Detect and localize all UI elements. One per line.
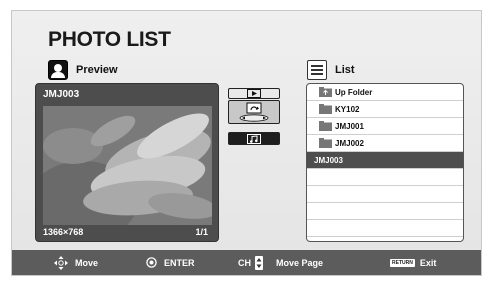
preview-photo [43,106,212,225]
list-item-empty [307,169,463,186]
footer-move: Move [54,250,98,275]
rotate-button[interactable] [228,100,280,124]
return-key-icon: RETURN [390,258,415,267]
list-item-folder[interactable]: KY102 [307,101,463,118]
preview-icon [48,60,68,80]
list-item-empty [307,203,463,220]
footer-move-page: CH Move Page [238,250,323,275]
preview-page-counter: 1/1 [195,227,208,237]
footer-move-label: Move [75,257,99,268]
preview-header: Preview [48,60,118,80]
list-header: List [307,60,355,80]
up-folder-icon [319,87,332,97]
list-label: List [335,64,355,76]
footer-move-page-label: Move Page [276,257,324,268]
list-icon [307,60,327,80]
file-list: Up Folder KY102 JMJ001 JMJ002 JMJ003 [306,83,464,242]
list-item-empty [307,220,463,237]
list-item-label: JMJ002 [335,138,364,148]
list-item-label: KY102 [335,104,360,114]
music-button[interactable] [228,132,280,145]
footer-ch-label: CH [238,257,251,268]
enter-circle-icon [146,257,157,268]
list-item-up-folder[interactable]: Up Folder [307,84,463,101]
footer-help-bar: Move ENTER CH Move Page RETURN Exit [12,250,481,275]
rotate-icon [239,102,269,122]
preview-label: Preview [76,64,118,76]
preview-panel: JMJ003 1366×768 1/1 [35,83,219,242]
play-icon [247,89,261,98]
folder-icon [319,121,332,131]
preview-filename: JMJ003 [43,89,80,100]
slideshow-button[interactable] [228,88,280,99]
footer-exit-label: Exit [419,257,437,268]
music-note-icon [247,133,261,144]
photo-list-screen: PHOTO LIST Preview List JMJ003 1366×768 … [11,10,482,276]
list-item-folder[interactable]: JMJ001 [307,118,463,135]
folder-icon [319,104,332,114]
footer-enter-label: ENTER [164,257,195,268]
navigation-arrows-icon [54,255,68,270]
footer-exit: RETURN Exit [390,250,436,275]
list-item-empty [307,186,463,203]
footer-enter: ENTER [146,250,195,275]
list-item-selected-file[interactable]: JMJ003 [307,152,463,169]
page-title: PHOTO LIST [48,28,171,51]
list-item-label: JMJ001 [335,121,364,131]
folder-icon [319,138,332,148]
preview-resolution: 1366×768 [43,227,84,237]
list-item-label: Up Folder [335,87,373,97]
channel-up-down-icon [255,255,263,270]
list-item-label: JMJ003 [314,155,343,165]
list-item-folder[interactable]: JMJ002 [307,135,463,152]
